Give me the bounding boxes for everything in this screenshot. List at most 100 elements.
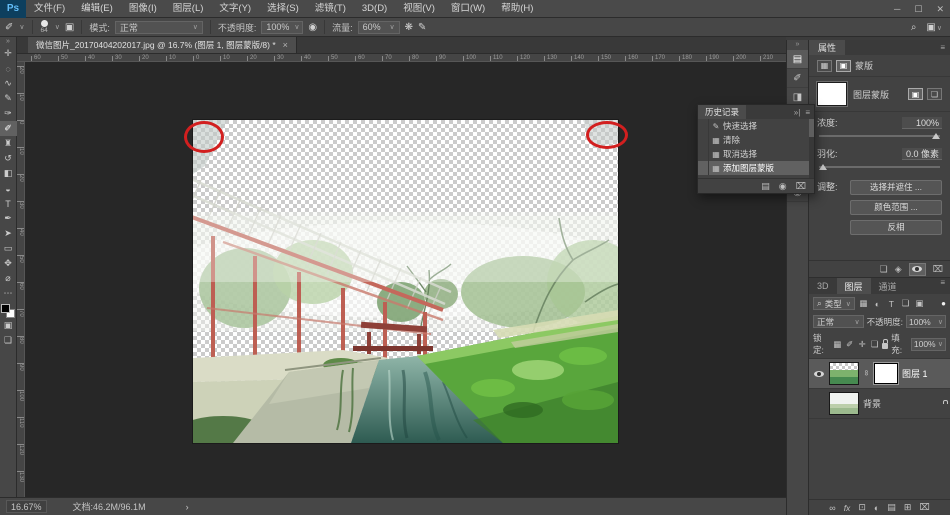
history-state-3[interactable]: ▦ 添加图层蒙版 — [698, 161, 814, 175]
density-slider-thumb[interactable] — [932, 133, 940, 139]
filter-adjustment-icon[interactable]: ◐ — [872, 299, 883, 309]
feather-slider[interactable] — [819, 164, 940, 170]
properties-tab[interactable]: 属性 — [809, 40, 846, 55]
lock-transparent-pixels-icon[interactable]: ▦ — [833, 339, 842, 350]
layers-tab-3D[interactable]: 3D — [809, 278, 837, 294]
load-selection-from-mask-icon[interactable]: ❏ — [880, 264, 888, 275]
background-thumbnail[interactable] — [829, 392, 859, 415]
brush-picker-chevron-icon[interactable]: ∨ — [55, 23, 60, 31]
canvas-area[interactable]: 历史记录 »| ≡ ✎ 快速选择 ▦ 清除 ▦ 取消选择 ▦ 添加图层蒙版 ▤ ◉ ⌧ — [25, 62, 815, 497]
link-layers-icon[interactable]: ∞ — [829, 503, 835, 513]
menu-item-6[interactable]: 滤镜(T) — [307, 0, 354, 18]
filter-pixel-icon[interactable]: ▦ — [858, 298, 869, 309]
layer-row-1[interactable]: ∞ 图层 1 — [809, 359, 950, 389]
apply-mask-icon[interactable]: ◈ — [895, 264, 902, 275]
filter-type-icon[interactable]: T — [886, 299, 897, 309]
properties-panel-icon[interactable]: ▤ — [786, 50, 809, 69]
gradient-tool[interactable]: ◧ — [0, 166, 17, 181]
feather-value[interactable]: 0.0 像素 — [902, 147, 942, 160]
lock-position-icon[interactable]: ✛ — [857, 339, 866, 350]
new-document-from-state-icon[interactable]: ▤ — [761, 181, 770, 192]
move-tool[interactable]: ✛ — [0, 46, 17, 61]
menu-item-7[interactable]: 3D(D) — [354, 0, 395, 18]
properties-menu-icon[interactable]: ≡ — [940, 43, 950, 52]
snapshot-icon[interactable]: ◉ — [779, 181, 787, 192]
lasso-tool[interactable]: ∿ — [0, 76, 17, 91]
zoom-tool[interactable]: ⌀ — [0, 271, 17, 286]
workspace-switcher[interactable]: ▣∨ — [926, 22, 942, 33]
brush-preset-picker[interactable]: 64 — [41, 19, 48, 35]
history-brush-tool[interactable]: ↺ — [0, 151, 17, 166]
filter-shape-icon[interactable]: ❏ — [900, 298, 911, 309]
layers-menu-icon[interactable]: ≡ — [940, 278, 950, 294]
filter-smart-object-icon[interactable]: ▣ — [914, 298, 925, 309]
menu-item-1[interactable]: 编辑(E) — [73, 0, 121, 18]
menu-item-3[interactable]: 图层(L) — [165, 0, 212, 18]
dodge-tool[interactable]: ◒ — [0, 181, 17, 196]
layer-name[interactable]: 图层 1 — [902, 367, 928, 380]
background-layer-name[interactable]: 背景 — [863, 397, 881, 410]
layer-mask-thumbnail[interactable] — [874, 363, 898, 384]
layers-tab-通道[interactable]: 通道 — [871, 278, 905, 294]
menu-item-0[interactable]: 文件(F) — [26, 0, 73, 18]
layers-tab-图层[interactable]: 图层 — [836, 278, 871, 294]
toggle-brush-panel-icon[interactable]: ▣ — [65, 22, 74, 33]
ruler-top[interactable]: 60 50 40 30 20 10 0 10 20 30 40 50 60 70 80 90 100 110 120… — [17, 54, 786, 62]
density-slider[interactable] — [819, 133, 940, 139]
brush-tool-icon[interactable]: ✐ — [5, 22, 13, 33]
menu-item-5[interactable]: 选择(S) — [259, 0, 307, 18]
history-state-2[interactable]: ▦ 取消选择 — [698, 147, 814, 161]
marquee-tool[interactable]: ◌ — [0, 61, 17, 76]
flow-select[interactable]: 60% ∨ — [357, 20, 400, 34]
size-pressure-icon[interactable]: ✎ — [418, 22, 426, 33]
close-button[interactable]: ✕ — [936, 4, 944, 15]
filter-toggle-icon[interactable]: ● — [941, 299, 946, 308]
pen-tool[interactable]: ✒ — [0, 211, 17, 226]
toolbar-collapse-icon[interactable]: » — [6, 37, 10, 46]
document-tab[interactable]: 微信图片_20170404202017.jpg @ 16.7% (图层 1, 图… — [28, 37, 297, 53]
opacity-pressure-icon[interactable]: ◉ — [308, 22, 317, 33]
history-source-checkbox[interactable] — [698, 161, 709, 175]
tool-preset-chevron-icon[interactable]: ∨ — [19, 23, 24, 31]
maximize-button[interactable]: ☐ — [914, 4, 922, 15]
panel-menu-icon[interactable]: ≡ — [805, 108, 810, 117]
minimize-button[interactable]: ─ — [894, 4, 900, 14]
history-state-1[interactable]: ▦ 清除 — [698, 133, 814, 147]
delete-mask-icon[interactable]: ⌧ — [933, 264, 943, 275]
layer-style-icon[interactable]: fx — [844, 503, 851, 513]
history-scrollbar[interactable] — [809, 119, 814, 178]
delete-state-icon[interactable]: ⌧ — [796, 181, 806, 192]
delete-layer-icon[interactable]: ⌧ — [919, 502, 929, 513]
dock-collapse-icon[interactable]: » — [796, 40, 800, 50]
quick-selection-tool[interactable]: ✎ — [0, 91, 17, 106]
vector-mask-icon[interactable]: ❏ — [927, 88, 942, 100]
lock-image-pixels-icon[interactable]: ✐ — [845, 339, 854, 350]
color-range-button[interactable]: 颜色范围 ... — [850, 200, 942, 215]
history-source-checkbox[interactable] — [698, 119, 709, 133]
close-tab-icon[interactable]: × — [283, 40, 288, 50]
visibility-eye-icon[interactable] — [813, 370, 824, 377]
type-tool[interactable]: T — [0, 196, 17, 211]
menu-item-8[interactable]: 视图(V) — [395, 0, 443, 18]
fill-select[interactable]: 100% ∨ — [910, 337, 946, 351]
invert-button[interactable]: 反相 — [850, 220, 942, 235]
clone-stamp-tool[interactable]: ♜ — [0, 136, 17, 151]
menu-item-9[interactable]: 窗口(W) — [443, 0, 493, 18]
edit-toolbar[interactable]: ⋯ — [0, 286, 17, 301]
density-value[interactable]: 100% — [902, 116, 942, 129]
toggle-mask-icon[interactable] — [908, 262, 926, 276]
layer-thumbnail[interactable] — [829, 362, 859, 385]
brush-tool[interactable]: ✐ — [0, 121, 17, 136]
mode-select[interactable]: 正常 ∨ — [114, 20, 203, 34]
panel-collapse-icon[interactable]: »| — [794, 108, 801, 117]
ruler-left[interactable]: 20 10 0 10 20 30 40 50 60 70 80 90 100 110 120 130 — [17, 62, 25, 497]
canvas-image[interactable] — [193, 120, 618, 443]
layer-row-background[interactable]: 背景 — [809, 389, 950, 419]
foreground-color-swatch[interactable] — [1, 304, 10, 313]
layer-mask-icon[interactable]: ▣ — [908, 88, 923, 100]
zoom-level-field[interactable]: 16.67% — [6, 500, 47, 513]
select-and-mask-button[interactable]: 选择并遮住 ... — [850, 180, 942, 195]
quick-mask-button[interactable]: ▣ — [0, 318, 17, 333]
mask-thumbnail[interactable] — [816, 81, 848, 107]
shape-tool[interactable]: ▭ — [0, 241, 17, 256]
